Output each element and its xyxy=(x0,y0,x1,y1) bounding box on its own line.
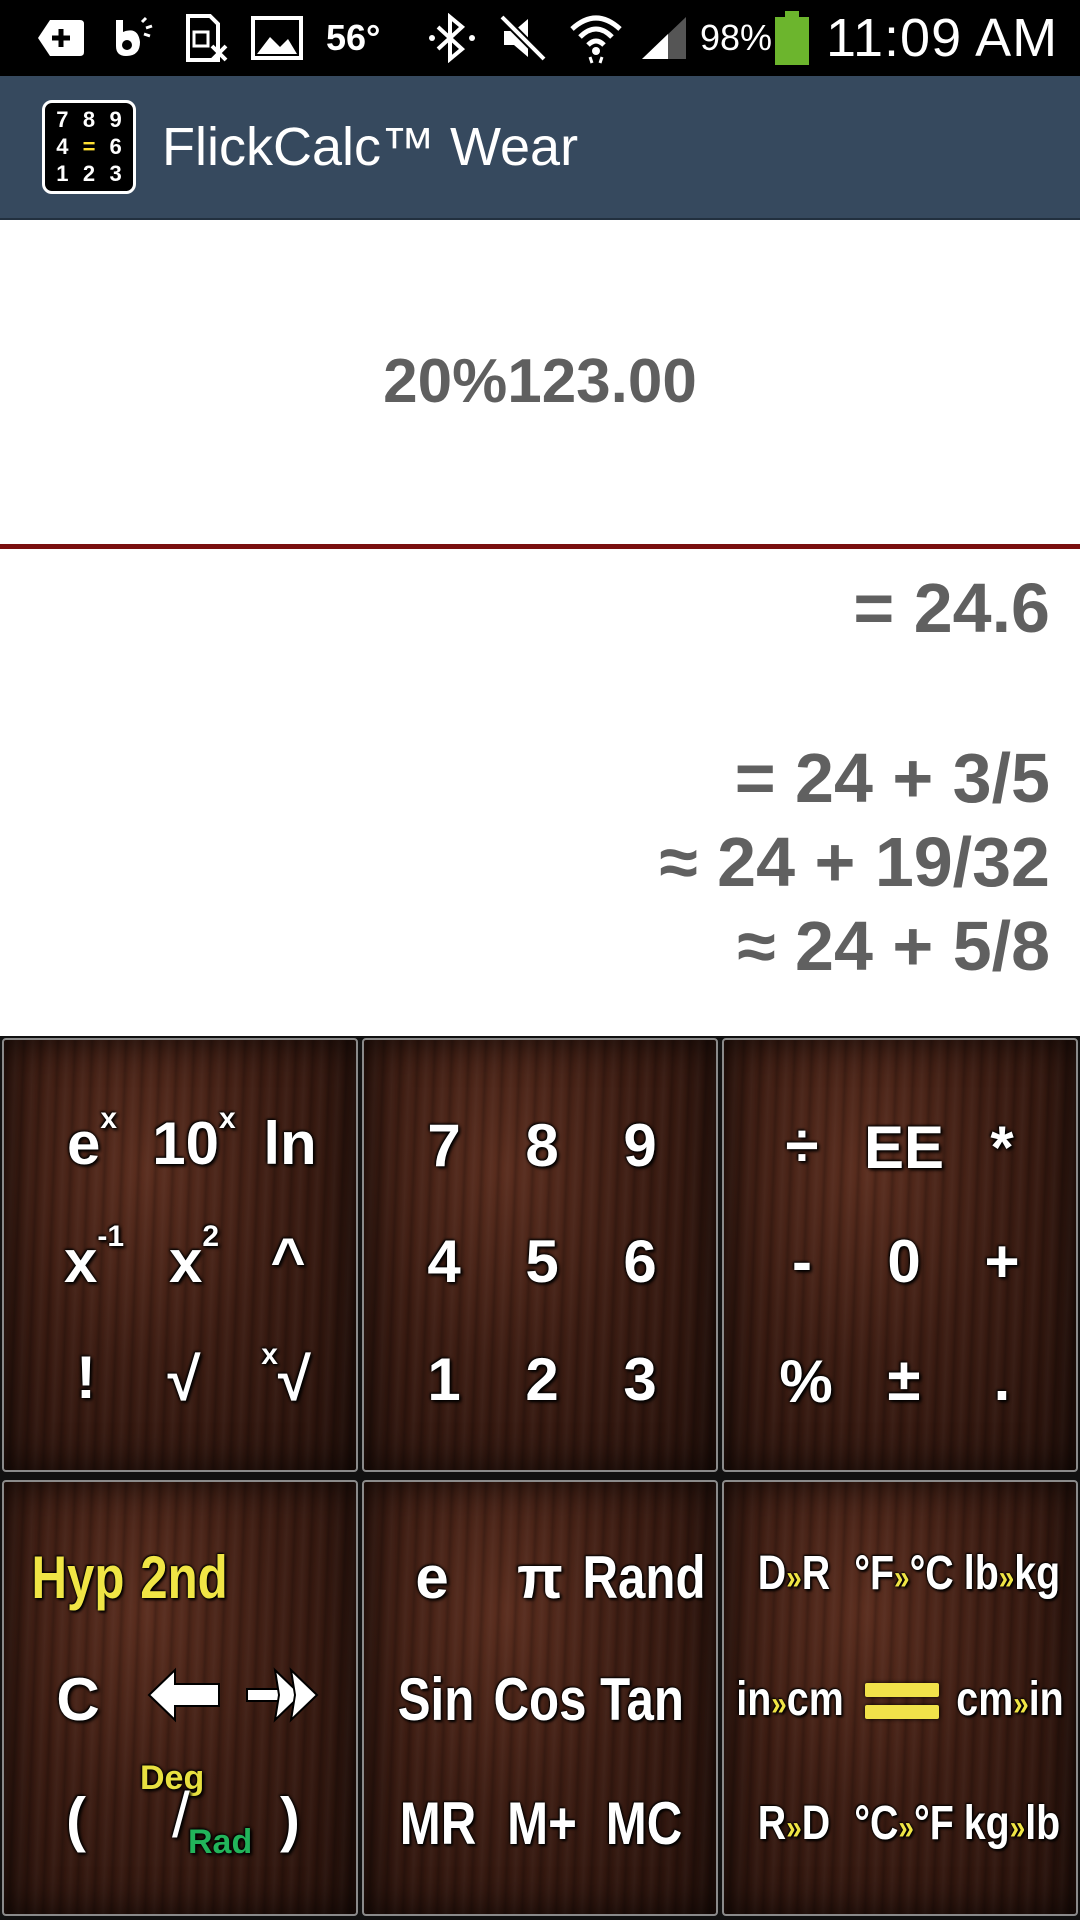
action-bar: 7 8 9 4 = 6 1 2 3 FlickCalc™ Wear xyxy=(0,76,1080,220)
fraction-result: = 24 + 3/5 xyxy=(734,739,1050,817)
memory-recall-key[interactable]: MR xyxy=(400,1794,477,1854)
hyp-key[interactable]: Hyp xyxy=(32,1548,125,1608)
keypad: ex 10x ln x-1 x2 ^ ! √ x√ 7 8 9 4 5 6 1 … xyxy=(0,1036,1080,1920)
digits-pad[interactable]: 7 8 9 4 5 6 1 2 3 xyxy=(362,1038,718,1472)
euler-key[interactable]: e xyxy=(415,1548,448,1608)
rand-key[interactable]: Rand xyxy=(583,1548,706,1608)
sin-key[interactable]: Sin xyxy=(398,1670,475,1730)
kg-to-lb-key[interactable]: kg»lb xyxy=(964,1800,1060,1848)
status-bar: 56° 98% 11:09 AM xyxy=(0,0,1080,76)
logo-digit: 2 xyxy=(82,160,96,186)
celsius-to-fahrenheit-key[interactable]: °C»°F xyxy=(854,1800,953,1848)
equals-key[interactable] xyxy=(865,1677,939,1723)
ln-key[interactable]: ln xyxy=(263,1114,316,1174)
rad-to-deg-key[interactable]: R»D xyxy=(758,1800,830,1848)
display-divider xyxy=(0,544,1080,549)
constants-pad[interactable]: e π Rand Sin Cos Tan MR M+ MC xyxy=(362,1480,718,1916)
logo-digit: 6 xyxy=(109,133,122,159)
b-app-icon xyxy=(110,0,154,76)
fraction-result: ≈ 24 + 19/32 xyxy=(659,823,1050,901)
logo-digit: = xyxy=(82,133,96,159)
battery-percent: 98% xyxy=(700,17,773,58)
logo-digit: 4 xyxy=(56,133,69,159)
divide-key[interactable]: ÷ xyxy=(786,1116,819,1176)
battery-icon xyxy=(772,0,812,76)
app-logo-icon[interactable]: 7 8 9 4 = 6 1 2 3 xyxy=(42,100,136,194)
logo-digit: 3 xyxy=(109,160,122,186)
logo-digit: 7 xyxy=(56,107,69,133)
digit-0-key[interactable]: 0 xyxy=(887,1232,920,1292)
clock: 11:09 AM xyxy=(826,8,1059,68)
clear-key[interactable]: C xyxy=(56,1670,99,1730)
expression-display[interactable]: 20%123.00 xyxy=(0,218,1080,544)
percent-key[interactable]: % xyxy=(779,1352,832,1412)
factorial-key[interactable]: ! xyxy=(76,1348,96,1408)
minus-key[interactable]: - xyxy=(792,1232,812,1292)
cm-to-in-key[interactable]: cm»in xyxy=(956,1676,1063,1724)
result-value: = 24.6 xyxy=(853,569,1050,647)
digit-5-key[interactable]: 5 xyxy=(525,1232,558,1292)
exp-e-key[interactable]: ex xyxy=(67,1104,117,1174)
open-paren-key[interactable]: ( xyxy=(66,1790,86,1850)
temperature-text: 56° xyxy=(326,17,381,58)
digit-8-key[interactable]: 8 xyxy=(525,1116,558,1176)
pi-key[interactable]: π xyxy=(517,1548,563,1608)
multiply-key[interactable]: * xyxy=(990,1118,1013,1178)
forward-arrow-icon[interactable] xyxy=(245,1666,319,1734)
signal-icon xyxy=(640,0,688,76)
controls-pad[interactable]: Hyp 2nd C ( Deg / Rad ) xyxy=(2,1480,358,1916)
logo-digit: 9 xyxy=(109,107,122,133)
functions-pad[interactable]: ex 10x ln x-1 x2 ^ ! √ x√ xyxy=(2,1038,358,1472)
power-key[interactable]: ^ xyxy=(270,1230,305,1290)
mute-icon xyxy=(498,0,548,76)
logo-digit: 8 xyxy=(82,107,96,133)
digit-9-key[interactable]: 9 xyxy=(623,1116,656,1176)
backspace-arrow-icon[interactable] xyxy=(145,1666,223,1734)
memory-clear-key[interactable]: MC xyxy=(606,1794,683,1854)
deg-rad-toggle[interactable]: Deg / Rad xyxy=(134,1761,252,1871)
logo-digit: 1 xyxy=(56,160,69,186)
xroot-key[interactable]: x√ xyxy=(261,1340,311,1410)
ten-power-key[interactable]: 10x xyxy=(152,1104,235,1174)
plus-key[interactable]: + xyxy=(984,1232,1019,1292)
digit-4-key[interactable]: 4 xyxy=(427,1232,460,1292)
deg-to-rad-key[interactable]: D»R xyxy=(758,1550,830,1598)
digit-7-key[interactable]: 7 xyxy=(427,1116,460,1176)
fraction-result: ≈ 24 + 5/8 xyxy=(737,907,1050,985)
lb-to-kg-key[interactable]: lb»kg xyxy=(964,1550,1060,1598)
digit-6-key[interactable]: 6 xyxy=(623,1232,656,1292)
digit-3-key[interactable]: 3 xyxy=(623,1350,656,1410)
add-icon xyxy=(36,0,86,76)
close-paren-key[interactable]: ) xyxy=(280,1790,300,1850)
app-title: FlickCalc™ Wear xyxy=(162,117,579,177)
square-key[interactable]: x2 xyxy=(169,1222,219,1292)
operators-pad[interactable]: ÷ EE * - 0 + % ± . xyxy=(722,1038,1078,1472)
digit-1-key[interactable]: 1 xyxy=(427,1350,460,1410)
plus-minus-key[interactable]: ± xyxy=(888,1350,921,1410)
digit-2-key[interactable]: 2 xyxy=(525,1350,558,1410)
sqrt-key[interactable]: √ xyxy=(168,1350,201,1410)
cos-key[interactable]: Cos xyxy=(494,1670,587,1730)
tan-key[interactable]: Tan xyxy=(600,1670,684,1730)
inverse-key[interactable]: x-1 xyxy=(64,1222,124,1292)
image-icon xyxy=(250,0,304,76)
memory-add-key[interactable]: M+ xyxy=(507,1794,577,1854)
sim-error-icon xyxy=(184,0,228,76)
conversions-pad[interactable]: D»R °F»°C lb»kg in»cm cm»in R»D °C»°F kg… xyxy=(722,1480,1078,1916)
wifi-icon xyxy=(568,0,624,76)
in-to-cm-key[interactable]: in»cm xyxy=(736,1676,843,1724)
second-function-key[interactable]: 2nd xyxy=(140,1548,227,1608)
decimal-key[interactable]: . xyxy=(994,1350,1011,1410)
ee-key[interactable]: EE xyxy=(864,1118,944,1178)
fahrenheit-to-celsius-key[interactable]: °F»°C xyxy=(854,1550,953,1598)
bluetooth-icon xyxy=(428,0,476,76)
